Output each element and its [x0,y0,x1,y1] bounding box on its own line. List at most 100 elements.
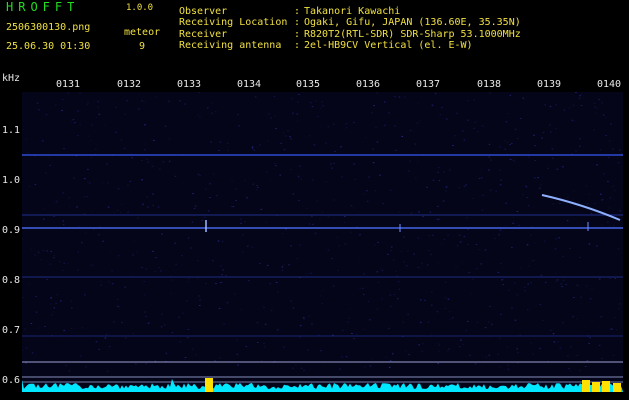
x-tick-label: 0135 [296,79,321,90]
noise-speck [265,267,267,269]
noise-speck [596,245,598,247]
noise-speck [443,239,445,240]
noise-speck [68,205,71,207]
y-tick-label: 1.0 [2,175,21,186]
noise-speck [42,250,45,251]
noise-speck [68,197,70,199]
noise-speck [472,278,474,280]
noise-speck [576,318,578,320]
noise-speck [447,234,449,236]
noise-speck [373,105,375,107]
noise-speck [389,360,392,362]
info-key-antenna: Receiving antenna [179,40,282,51]
noise-speck [473,99,475,101]
noise-speck [341,176,343,178]
noise-speck [350,231,352,233]
noise-speck [491,323,493,325]
noise-speck [263,307,265,309]
noise-speck [398,96,401,98]
noise-speck [240,309,242,311]
noise-speck [98,348,100,350]
noise-speck [585,185,587,187]
noise-speck [345,356,348,358]
noise-speck [22,128,25,130]
noise-speck [497,271,500,273]
noise-speck [144,311,146,313]
noise-speck [505,202,507,204]
noise-speck [550,131,552,133]
noise-speck [421,262,423,264]
noise-speck [22,238,24,240]
noise-speck [538,187,541,189]
noise-speck [448,169,451,171]
noise-speck [528,205,530,207]
noise-speck [161,233,163,235]
app-version: 1.0.0 [126,3,154,13]
noise-speck [127,184,129,186]
noise-speck [308,315,311,317]
noise-speck [283,346,285,348]
noise-speck [512,159,515,161]
noise-speck [43,218,45,220]
noise-speck [400,250,403,252]
noise-speck [298,93,300,95]
noise-speck [76,269,79,271]
noise-speck [308,135,311,137]
noise-speck [501,307,503,309]
noise-speck [71,119,73,121]
noise-speck [474,363,477,365]
noise-speck [145,315,147,317]
noise-speck [475,244,478,245]
noise-speck [478,178,481,179]
noise-speck [568,367,570,369]
noise-speck [195,354,197,356]
noise-speck [106,370,109,372]
noise-speck [500,263,502,264]
noise-speck [146,196,148,198]
noise-speck [332,334,334,336]
noise-speck [221,240,224,242]
noise-speck [185,300,188,302]
noise-floor-hot [613,383,621,392]
noise-speck [359,233,361,235]
noise-speck [534,177,536,179]
noise-speck [218,150,220,151]
noise-speck [572,316,574,318]
noise-speck [456,245,459,247]
noise-speck [44,172,47,174]
noise-speck [247,245,249,247]
noise-speck [338,245,340,247]
noise-speck [345,127,348,129]
noise-speck [71,307,73,309]
noise-speck [141,267,143,269]
noise-speck [514,161,516,163]
noise-speck [194,205,197,207]
info-value-receiver: R820T2(RTL-SDR) SDR-Sharp 53.1000MHz [304,29,521,40]
noise-speck [316,200,319,202]
noise-speck [153,139,155,141]
noise-speck [460,337,462,339]
noise-speck [282,132,285,134]
noise-speck [484,249,487,251]
noise-speck [70,300,73,302]
noise-speck [199,116,201,118]
noise-speck [609,226,611,228]
noise-speck [275,282,278,283]
noise-speck [562,255,564,257]
noise-speck [273,96,276,97]
noise-speck [428,234,430,236]
noise-speck [534,160,537,161]
noise-speck [56,294,58,296]
noise-speck [152,193,154,195]
noise-speck [210,141,212,143]
noise-speck [168,160,171,162]
noise-speck [426,264,429,266]
noise-speck [126,100,128,102]
noise-speck [392,353,394,355]
noise-speck [445,190,447,192]
noise-speck [270,180,272,181]
meteor-count: 9 [139,41,146,52]
noise-speck [436,311,439,313]
noise-speck [303,369,305,371]
noise-speck [353,121,355,123]
